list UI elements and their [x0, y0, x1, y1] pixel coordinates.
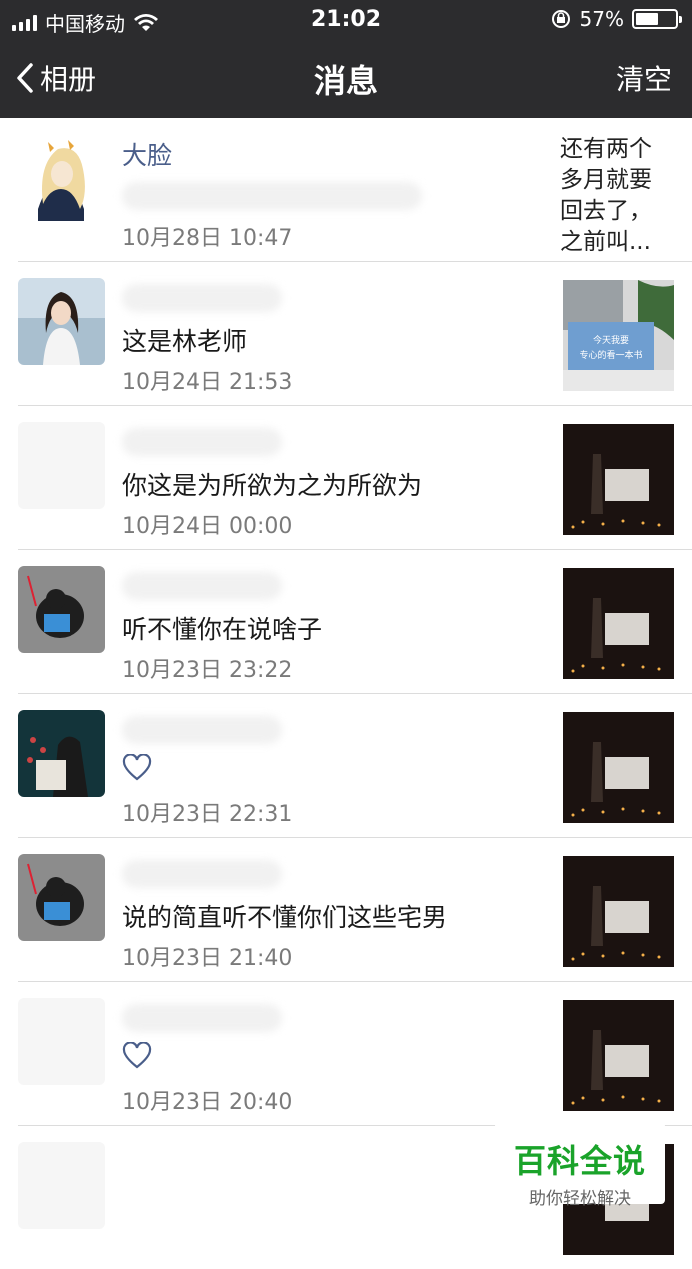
- post-thumbnail[interactable]: [563, 856, 674, 967]
- battery-icon: [632, 9, 682, 29]
- watermark-title: 百科全说: [513, 1142, 646, 1180]
- message-time: 10月24日 21:53: [122, 370, 293, 395]
- message-time: 10月28日 10:47: [122, 226, 293, 251]
- message-row[interactable]: 你这是为所欲为之为所欲为 10月24日 00:00: [18, 406, 692, 550]
- svg-text:今天我要: 今天我要: [593, 334, 629, 346]
- rotation-lock-icon: [551, 10, 570, 28]
- post-thumbnail[interactable]: [563, 568, 674, 679]
- redacted-name: [122, 428, 282, 456]
- message-content: 听不懂你在说啥子: [122, 615, 323, 644]
- message-time: 10月24日 00:00: [122, 514, 293, 539]
- avatar[interactable]: [18, 710, 105, 797]
- post-thumbnail[interactable]: 今天我要 专心的看一本书: [563, 280, 674, 391]
- message-time: 10月23日 23:22: [122, 658, 293, 683]
- message-content: 你这是为所欲为之为所欲为: [122, 471, 423, 500]
- nav-bar: 相册 消息 清空: [0, 40, 692, 118]
- message-content: 这是林老师: [122, 327, 248, 356]
- heart-icon: [122, 754, 152, 781]
- avatar[interactable]: [18, 134, 105, 221]
- message-row[interactable]: 10月23日 20:40: [18, 982, 692, 1126]
- status-bar: 中国移动 21:02 57%: [0, 0, 692, 40]
- message-row[interactable]: 听不懂你在说啥子 10月23日 23:22: [18, 550, 692, 694]
- message-row[interactable]: 这是林老师 10月24日 21:53 今天我要 专心的看一本书: [18, 262, 692, 406]
- avatar[interactable]: [18, 1142, 105, 1229]
- post-thumbnail[interactable]: [563, 712, 674, 823]
- avatar[interactable]: [18, 422, 105, 509]
- avatar[interactable]: [18, 854, 105, 941]
- message-time: 10月23日 20:40: [122, 1090, 293, 1115]
- message-time: 10月23日 21:40: [122, 946, 293, 971]
- redacted-name: [122, 716, 282, 744]
- avatar[interactable]: [18, 278, 105, 365]
- message-content: 说的简直听不懂你们这些宅男: [122, 903, 448, 932]
- message-row[interactable]: 大脸 10月28日 10:47 还有两个多月就要回去了，之前叫...: [18, 118, 692, 262]
- post-excerpt[interactable]: 还有两个多月就要回去了，之前叫...: [560, 134, 664, 258]
- message-time: 10月23日 22:31: [122, 802, 293, 827]
- post-thumbnail[interactable]: [563, 1000, 674, 1111]
- redacted-name: [122, 1004, 282, 1032]
- message-row[interactable]: 10月23日 22:31: [18, 694, 692, 838]
- sender-name[interactable]: 大脸: [122, 136, 172, 172]
- battery-percent: 57%: [579, 7, 624, 31]
- status-right: 57%: [550, 7, 682, 31]
- message-list: 大脸 10月28日 10:47 还有两个多月就要回去了，之前叫... 这是林老师…: [0, 118, 692, 1269]
- svg-text:专心的看一本书: 专心的看一本书: [579, 349, 642, 361]
- heart-icon: [122, 1042, 152, 1069]
- redacted-name: [122, 572, 282, 600]
- watermark-subtitle: 助你轻松解决: [529, 1189, 631, 1209]
- redacted-name: [122, 284, 282, 312]
- redacted-name: [122, 860, 282, 888]
- avatar[interactable]: [18, 998, 105, 1085]
- page-title: 消息: [313, 62, 378, 100]
- watermark-logo: 百科全说 助你轻松解决: [495, 1122, 665, 1209]
- redacted-text: [122, 182, 422, 210]
- clear-button[interactable]: 清空: [616, 58, 672, 98]
- message-row[interactable]: 说的简直听不懂你们这些宅男 10月23日 21:40: [18, 838, 692, 982]
- post-thumbnail[interactable]: [563, 424, 674, 535]
- avatar[interactable]: [18, 566, 105, 653]
